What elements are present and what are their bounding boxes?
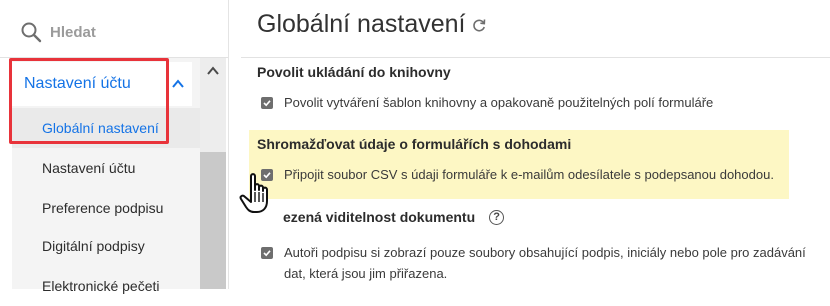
checkbox[interactable] bbox=[261, 247, 273, 259]
search-placeholder: Hledat bbox=[50, 23, 96, 41]
sidebar-item-label: Preference podpisu bbox=[42, 200, 164, 216]
annotation-highlight-box bbox=[9, 58, 169, 144]
help-icon[interactable]: ? bbox=[489, 209, 505, 225]
section-heading-collect-form-data: Shromažďovat údaje o formulářích s dohod… bbox=[257, 136, 572, 152]
sidebar: Hledat Nastavení účtu Globální nastavení… bbox=[0, 0, 229, 294]
checkbox-label: Povolit vytváření šablon knihovny a opak… bbox=[284, 95, 714, 110]
sidebar-item-label: Nastavení účtu bbox=[42, 160, 136, 176]
checkmark-icon bbox=[263, 250, 271, 257]
checkbox-limited-visibility[interactable]: Autoři podpisu si zobrazí pouze soubory … bbox=[261, 242, 806, 284]
refresh-icon[interactable] bbox=[471, 17, 487, 33]
checkbox-label: Autoři podpisu si zobrazí pouze soubory … bbox=[284, 242, 806, 284]
search-icon bbox=[21, 22, 42, 43]
section-heading-text: ezená viditelnost dokumentu bbox=[283, 209, 476, 225]
checkbox-label-line2: dat, která jsou jim přiřazena. bbox=[284, 266, 448, 281]
sidebar-item-signature-preferences[interactable]: Preference podpisu bbox=[12, 188, 200, 228]
hand-cursor-icon bbox=[239, 173, 268, 213]
scrollbar-thumb[interactable] bbox=[200, 152, 226, 289]
sidebar-item-electronic-seals[interactable]: Elektronické pečeti bbox=[12, 266, 200, 306]
checkbox-label-line1: Autoři podpisu si zobrazí pouze soubory … bbox=[284, 245, 806, 260]
sidebar-item-label: Digitální podpisy bbox=[42, 238, 145, 254]
section-heading-library: Povolit ukládání do knihovny bbox=[257, 64, 451, 80]
chevron-up-icon bbox=[172, 79, 184, 88]
checkbox-attach-csv[interactable]: Připojit soubor CSV s údaji formuláře k … bbox=[261, 164, 774, 185]
page-title-text: Globální nastavení bbox=[257, 10, 466, 38]
chevron-up-icon[interactable] bbox=[204, 62, 222, 80]
sidebar-item-digital-signatures[interactable]: Digitální podpisy bbox=[12, 226, 200, 266]
checkbox-label: Připojit soubor CSV s údaji formuláře k … bbox=[284, 167, 774, 182]
page-title: Globální nastavení bbox=[257, 10, 487, 39]
checkmark-icon bbox=[263, 100, 271, 107]
sidebar-item-label: Elektronické pečeti bbox=[42, 278, 160, 294]
section-heading-document-visibility: ezená viditelnost dokumentu ? bbox=[283, 209, 505, 225]
main-panel: Globální nastavení Povolit ukládání do k… bbox=[229, 0, 830, 289]
checkbox-library-templates[interactable]: Povolit vytváření šablon knihovny a opak… bbox=[261, 92, 713, 113]
search-box[interactable]: Hledat bbox=[8, 10, 220, 54]
divider bbox=[241, 57, 830, 58]
checkbox[interactable] bbox=[261, 97, 273, 109]
sidebar-item-account-settings[interactable]: Nastavení účtu bbox=[12, 148, 200, 188]
